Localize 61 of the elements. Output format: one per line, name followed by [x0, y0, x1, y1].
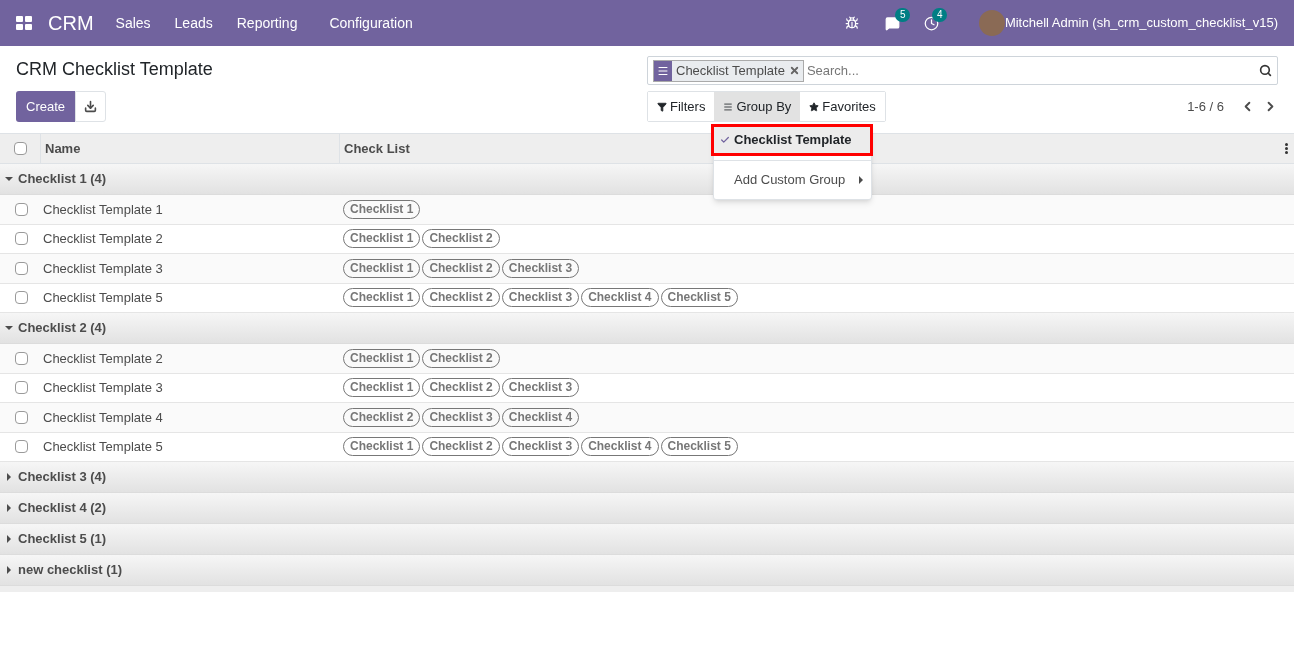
bug-icon[interactable]	[844, 16, 859, 30]
group-label: Checklist 3 (4)	[18, 468, 107, 487]
table-cell-text: Checklist Template 2	[43, 349, 164, 368]
group-row[interactable]: Checklist 2 (4)	[0, 313, 1294, 344]
create-button[interactable]: Create	[16, 91, 76, 122]
count-badge: 5	[894, 7, 911, 22]
table-cell-text: Checklist Template 5	[43, 438, 164, 456]
menu-link[interactable]: Leads	[174, 12, 213, 34]
remove-icon[interactable]	[788, 65, 800, 76]
caret-icon	[859, 176, 863, 184]
group-icon	[657, 64, 669, 77]
user-name[interactable]: Mitchell Admin (sh_crm_custom_checklist_v15)	[1004, 13, 1278, 33]
search-field[interactable]: Checklist Template Search...	[647, 56, 1278, 85]
check-icon	[720, 135, 730, 145]
group-label: Checklist 2 (4)	[18, 319, 107, 338]
group-label: Checklist 5 (1)	[18, 530, 107, 549]
group-row[interactable]: Checklist 3 (4)	[0, 462, 1294, 493]
list-icon	[723, 101, 734, 112]
group-label: Checklist 4 (2)	[18, 499, 107, 518]
group-label: new checklist (1)	[18, 561, 123, 580]
row-checkbox[interactable]	[15, 291, 28, 305]
menu-link[interactable]: Sales	[115, 12, 151, 34]
clock-icon[interactable]	[923, 15, 939, 31]
facet-label: Checklist Template	[675, 61, 786, 80]
table-cell-text: Checklist Template 1	[43, 200, 164, 219]
download-button[interactable]	[75, 91, 107, 122]
group-label: Checklist 1 (4)	[18, 170, 107, 189]
row-checkbox[interactable]	[15, 261, 28, 275]
group-row[interactable]: Checklist 4 (2)	[0, 493, 1294, 524]
app-name[interactable]: CRM	[48, 8, 94, 38]
column-options-icon[interactable]	[1285, 143, 1288, 154]
filter-icon	[657, 101, 667, 112]
pager-value: 1-6 / 6	[1187, 97, 1224, 116]
search-icon[interactable]	[1259, 64, 1272, 77]
row-checkbox[interactable]	[15, 232, 28, 246]
search-input[interactable]: Search...	[806, 60, 1259, 81]
row-checkbox[interactable]	[15, 381, 28, 395]
row-checkbox[interactable]	[13, 142, 27, 155]
table-cell-text: Checklist Template 3	[43, 259, 164, 278]
table-cell-text: Checklist Template 2	[43, 230, 164, 248]
menu-link[interactable]: Configuration	[329, 12, 413, 34]
page-title: CRM Checklist Template	[16, 58, 214, 81]
count-badge: 4	[931, 7, 948, 22]
row-checkbox[interactable]	[15, 440, 28, 454]
search-option-button[interactable]: Group By	[714, 92, 801, 121]
table-cell-text: Checklist Template 4	[43, 408, 164, 427]
menu-link[interactable]: Reporting	[236, 12, 298, 34]
apps-grid-icon[interactable]	[16, 16, 32, 30]
group-row[interactable]: new checklist (1)	[0, 555, 1294, 586]
table-cell-text: Checklist Template 3	[43, 379, 164, 397]
download-icon	[84, 100, 98, 113]
row-checkbox[interactable]	[15, 351, 28, 365]
chat-icon[interactable]	[884, 15, 900, 31]
column-header[interactable]: Name	[40, 134, 339, 163]
row-checkbox[interactable]	[15, 410, 28, 424]
group-row[interactable]: Checklist 5 (1)	[0, 524, 1294, 555]
dropdown-item[interactable]: Add Custom Group	[714, 165, 871, 195]
row-checkbox[interactable]	[15, 202, 28, 216]
dropdown-item[interactable]: Checklist Template	[711, 124, 873, 156]
star-icon	[809, 101, 820, 112]
table-cell-text: Checklist Template 5	[43, 289, 164, 307]
